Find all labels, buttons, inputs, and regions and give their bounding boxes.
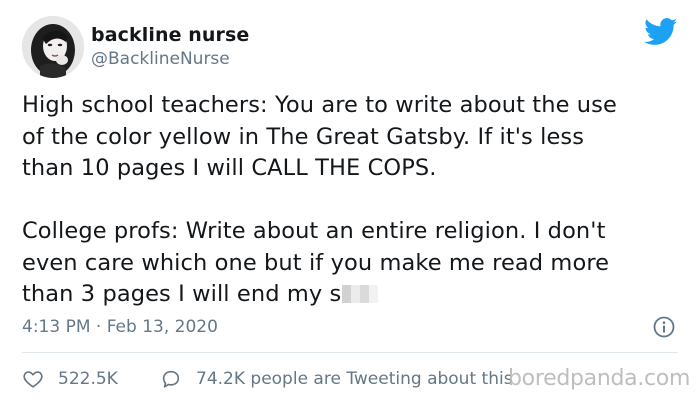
tweet-line: of the color yellow in The Great Gatsby.… — [22, 123, 585, 150]
censored-word-blur — [342, 285, 379, 303]
tweeting-about-link[interactable]: 74.2K people are Tweeting about this — [160, 368, 513, 390]
info-icon[interactable] — [652, 315, 676, 339]
tweet-line: even care which one but if you make me r… — [22, 249, 610, 276]
tweet-timestamp[interactable]: 4:13 PM · Feb 13, 2020 — [22, 317, 218, 337]
speech-bubble-icon — [162, 370, 180, 388]
divider — [22, 352, 678, 353]
tweet-line: High school teachers: You are to write a… — [22, 92, 617, 118]
tweeting-about-text: 74.2K people are Tweeting about this — [196, 369, 513, 389]
heart-icon — [23, 371, 43, 388]
twitter-bird-icon[interactable] — [644, 18, 678, 46]
like-button[interactable]: 522.5K — [22, 368, 118, 390]
author-handle[interactable]: @BacklineNurse — [91, 49, 230, 69]
tweet-line: College profs: Write about an entire rel… — [22, 218, 606, 244]
avatar-image — [22, 16, 84, 78]
tweet-card: backline nurse @BacklineNurse High schoo… — [0, 0, 700, 406]
tweet-line: than 10 pages I will CALL THE COPS. — [22, 155, 437, 181]
watermark: boredpanda.com — [508, 366, 691, 391]
like-count: 522.5K — [58, 369, 118, 389]
tweet-line-last: than 3 pages I will end my s — [22, 279, 682, 311]
tweet-text: High school teachers: You are to write a… — [22, 90, 682, 311]
author-display-name[interactable]: backline nurse — [91, 24, 249, 46]
tweet-line-text: than 3 pages I will end my s — [22, 281, 342, 307]
avatar[interactable] — [22, 16, 84, 78]
